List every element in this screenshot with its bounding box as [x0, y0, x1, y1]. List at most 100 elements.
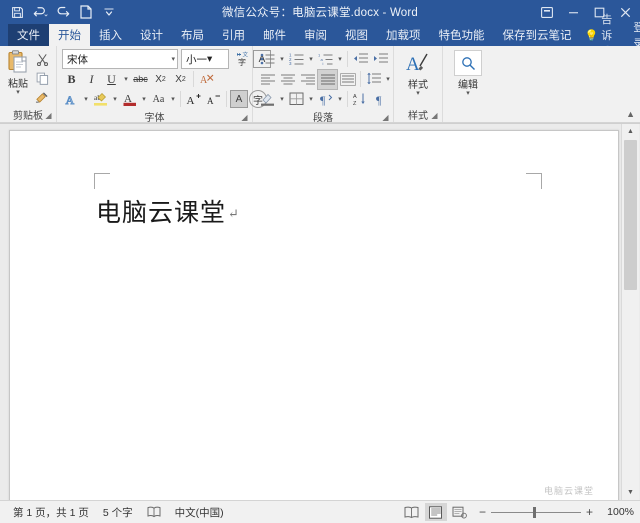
zoom-out-button[interactable]: − — [479, 506, 486, 518]
tab-references[interactable]: 引用 — [213, 24, 254, 46]
multilevel-list-icon[interactable]: 1ai — [316, 50, 335, 69]
show-marks-icon[interactable]: ¶ — [316, 90, 335, 109]
justify-icon[interactable] — [317, 68, 338, 90]
editing-button[interactable]: 编辑 ▾ — [448, 49, 488, 97]
character-shading-icon[interactable]: A — [230, 90, 248, 108]
phonetic-guide-icon[interactable]: 文字 — [233, 50, 252, 69]
scroll-up-icon[interactable]: ▲ — [622, 124, 639, 139]
vertical-scrollbar[interactable]: ▲ ▼ — [621, 124, 639, 500]
align-left-icon[interactable] — [258, 70, 277, 89]
numbering-dropdown-icon[interactable]: ▾ — [307, 55, 315, 63]
text-effects-dropdown-icon[interactable]: ▾ — [82, 95, 90, 103]
web-layout-icon[interactable] — [449, 503, 471, 521]
font-name-combobox[interactable]: 宋体 ▾ — [62, 49, 178, 69]
change-case-icon[interactable]: Aa — [149, 90, 168, 109]
word-count[interactable]: 5 个字 — [96, 501, 140, 523]
read-mode-icon[interactable] — [401, 503, 423, 521]
language-indicator[interactable]: 中文(中国) — [168, 501, 231, 523]
zoom-slider[interactable] — [490, 506, 581, 518]
scroll-down-icon[interactable]: ▼ — [622, 485, 639, 500]
increase-indent-icon[interactable] — [371, 50, 390, 69]
shading-dropdown-icon[interactable]: ▾ — [278, 95, 286, 103]
paste-button[interactable]: 粘贴 ▾ — [4, 48, 32, 96]
tab-home[interactable]: 开始 — [49, 24, 90, 46]
bullets-icon[interactable] — [258, 50, 277, 69]
tab-mailings[interactable]: 邮件 — [254, 24, 295, 46]
tab-view[interactable]: 视图 — [336, 24, 377, 46]
sort-icon[interactable]: AZ — [351, 90, 370, 109]
maximize-button[interactable] — [586, 0, 612, 24]
text-effects-icon[interactable]: A — [62, 90, 81, 109]
superscript-button[interactable]: X2 — [171, 70, 190, 89]
tab-save-to-cloud-notes[interactable]: 保存到云笔记 — [494, 24, 581, 46]
shrink-font-icon[interactable]: A — [204, 90, 223, 109]
scrollbar-thumb[interactable] — [624, 140, 637, 290]
underline-dropdown-icon[interactable]: ▾ — [122, 75, 130, 83]
subscript-button[interactable]: X2 — [151, 70, 170, 89]
format-painter-icon[interactable] — [32, 88, 52, 106]
bold-button[interactable]: B — [62, 70, 81, 89]
paragraph-dialog-launcher-icon[interactable]: ◢ — [381, 113, 390, 122]
new-doc-icon[interactable] — [75, 2, 97, 22]
document-body-text[interactable]: 电脑云课堂 ↵ — [96, 193, 240, 229]
tab-addins[interactable]: 加载项 — [377, 24, 430, 46]
minimize-button[interactable] — [560, 0, 586, 24]
strikethrough-button[interactable]: abc — [131, 70, 150, 89]
borders-dropdown-icon[interactable]: ▾ — [307, 95, 315, 103]
cut-icon[interactable] — [32, 50, 52, 68]
proofing-icon[interactable] — [140, 501, 168, 523]
align-right-icon[interactable] — [298, 70, 317, 89]
grow-font-icon[interactable]: A — [184, 90, 203, 109]
styles-button[interactable]: A 样式 ▾ — [398, 49, 438, 97]
paragraph-mark-toggle-icon[interactable]: ¶ — [371, 90, 390, 109]
font-size-dropdown-icon[interactable]: ▾ — [207, 53, 212, 65]
change-case-dropdown-icon[interactable]: ▾ — [169, 95, 177, 103]
styles-dialog-launcher-icon[interactable]: ◢ — [430, 111, 439, 120]
font-size-combobox[interactable]: 小一 ▾ — [181, 49, 229, 69]
zoom-in-button[interactable]: + — [586, 506, 593, 518]
tab-insert[interactable]: 插入 — [90, 24, 131, 46]
distribute-icon[interactable] — [338, 70, 357, 89]
page-info[interactable]: 第 1 页，共 1 页 — [6, 501, 96, 523]
align-center-icon[interactable] — [278, 70, 297, 89]
numbering-icon[interactable]: 123 — [287, 50, 306, 69]
font-color-dropdown-icon[interactable]: ▾ — [140, 95, 148, 103]
font-name-dropdown-icon[interactable]: ▾ — [169, 55, 175, 63]
italic-button[interactable]: I — [82, 70, 101, 89]
customize-qat-icon[interactable] — [98, 2, 120, 22]
styles-dropdown-icon[interactable]: ▾ — [416, 90, 420, 97]
sign-in-button[interactable]: 登录 — [627, 22, 640, 50]
print-layout-icon[interactable] — [424, 503, 447, 521]
tab-design[interactable]: 设计 — [131, 24, 172, 46]
redo-icon[interactable] — [52, 2, 74, 22]
line-spacing-dropdown-icon[interactable]: ▾ — [384, 75, 392, 83]
multilevel-list-dropdown-icon[interactable]: ▾ — [336, 55, 344, 63]
zoom-level[interactable]: 100% — [598, 506, 634, 518]
zoom-slider-thumb[interactable] — [532, 506, 536, 518]
clear-formatting-icon[interactable]: A — [197, 70, 216, 89]
borders-icon[interactable] — [287, 90, 306, 109]
document-page[interactable]: 电脑云课堂 ↵ — [9, 130, 619, 500]
text-highlight-icon[interactable]: ab — [91, 90, 110, 109]
clipboard-dialog-launcher-icon[interactable]: ◢ — [44, 111, 53, 120]
font-color-icon[interactable]: A — [120, 90, 139, 109]
tell-me-box[interactable]: 💡 告诉我... — [581, 14, 626, 58]
font-dialog-launcher-icon[interactable]: ◢ — [240, 113, 249, 122]
tab-layout[interactable]: 布局 — [172, 24, 213, 46]
copy-icon[interactable] — [32, 69, 52, 87]
bullets-dropdown-icon[interactable]: ▾ — [278, 55, 286, 63]
editing-dropdown-icon[interactable]: ▾ — [466, 90, 470, 97]
close-button[interactable] — [612, 0, 638, 24]
undo-icon[interactable] — [29, 2, 51, 22]
save-icon[interactable] — [6, 2, 28, 22]
line-spacing-icon[interactable] — [364, 70, 383, 89]
collapse-ribbon-icon[interactable]: ▲ — [626, 109, 635, 119]
shading-icon[interactable] — [258, 90, 277, 109]
paste-dropdown-icon[interactable]: ▾ — [16, 89, 20, 96]
tab-file[interactable]: 文件 — [8, 24, 49, 46]
underline-button[interactable]: U — [102, 70, 121, 89]
tab-review[interactable]: 审阅 — [295, 24, 336, 46]
tab-special-features[interactable]: 特色功能 — [430, 24, 494, 46]
ribbon-display-options-icon[interactable] — [534, 0, 560, 24]
text-highlight-dropdown-icon[interactable]: ▾ — [111, 95, 119, 103]
